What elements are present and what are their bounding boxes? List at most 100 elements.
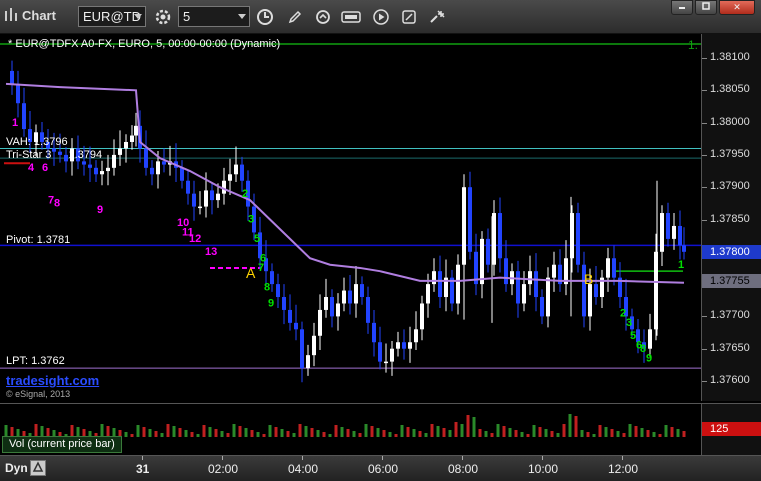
vwap-price-tag: 1.37755 <box>702 273 761 288</box>
candle-body <box>222 180 226 194</box>
volume-bar <box>322 432 326 437</box>
candle-body <box>384 361 388 364</box>
chevron-down-icon[interactable] <box>134 14 142 19</box>
candle-body <box>516 271 520 304</box>
time-tick-mark <box>382 456 383 460</box>
candle-body <box>144 148 148 168</box>
symbol-input[interactable]: EUR@TD <box>78 6 146 27</box>
play-button[interactable] <box>370 6 392 28</box>
candle-body <box>150 167 154 175</box>
volume-bar <box>388 432 392 437</box>
volume-legend[interactable]: Vol (current price bar) <box>2 436 122 453</box>
candle-body <box>336 303 340 317</box>
play-icon <box>373 9 389 25</box>
volume-bar <box>490 433 494 437</box>
candle-body <box>324 297 328 310</box>
time-tick-mark <box>622 456 623 460</box>
volume-bar <box>394 434 398 437</box>
sequence-count-label: 5 <box>254 233 260 245</box>
price-tick-label: 1.38050 <box>710 83 750 96</box>
candle-body <box>22 103 26 130</box>
study-button[interactable] <box>340 6 362 28</box>
candle-body <box>106 167 110 172</box>
candle-body <box>486 238 490 265</box>
crosshair-icon <box>430 10 445 23</box>
candle-body <box>426 284 430 304</box>
candle-body <box>270 271 274 285</box>
price-tick-mark <box>702 58 707 59</box>
candle-body <box>588 284 592 317</box>
volume-bar <box>652 432 656 437</box>
price-axis[interactable]: 1.38100 1.38050 1.38000 1.37950 1.37900 1.378… <box>701 34 761 401</box>
candle-body <box>162 161 166 165</box>
candle-body <box>552 264 556 278</box>
candle-body <box>678 225 682 246</box>
chevron-down-icon[interactable] <box>238 14 246 19</box>
candle-body <box>420 303 424 330</box>
price-tick-mark <box>702 154 707 156</box>
maximize-button[interactable] <box>695 0 717 15</box>
candle-body <box>100 171 104 175</box>
candle-body <box>540 297 544 317</box>
settings-button[interactable] <box>152 6 174 28</box>
candle-body <box>318 309 322 336</box>
candle-body <box>402 342 406 349</box>
sequence-count-label: 6 <box>42 162 48 174</box>
time-tick-label: 10:00 <box>528 462 559 476</box>
time-tick-label: 08:00 <box>448 462 479 476</box>
volume-bar <box>268 425 272 437</box>
minimize-button[interactable] <box>671 0 693 15</box>
candle-body <box>134 125 138 136</box>
time-template-button[interactable] <box>254 6 276 28</box>
gear-icon <box>155 9 171 25</box>
volume-bar <box>334 425 338 437</box>
price-tick-mark <box>702 348 707 350</box>
close-button[interactable]: ✕ <box>719 0 755 15</box>
candle-body <box>240 164 244 181</box>
candle-body <box>348 290 352 304</box>
draw-tool-button[interactable] <box>284 6 306 28</box>
chart-app-icon <box>3 6 21 26</box>
volume-bar <box>250 430 254 437</box>
volume-bar <box>598 425 602 437</box>
volume-bar <box>526 434 530 437</box>
candle-body <box>432 271 436 285</box>
interval-input[interactable]: 5 <box>178 6 250 27</box>
candle-body <box>192 193 196 207</box>
candle-body <box>504 258 508 285</box>
dynamic-label: Dyn <box>5 461 28 475</box>
candle-body <box>130 135 134 142</box>
volume-bar <box>562 424 566 437</box>
volume-bar <box>364 424 368 437</box>
price-tick-label: 1.37900 <box>710 180 750 193</box>
volume-bar <box>496 424 500 437</box>
minimize-icon <box>679 7 685 9</box>
volume-bar <box>478 429 482 437</box>
candle-body <box>306 355 310 369</box>
refresh-button[interactable] <box>312 6 334 28</box>
scale-toggle-button[interactable] <box>30 460 46 476</box>
toolbar: Chart EUR@TD 5 ✕ <box>0 0 761 34</box>
volume-bar <box>346 429 350 437</box>
candle-body <box>606 258 610 278</box>
volume-bar <box>430 424 434 437</box>
volume-bar <box>130 434 134 437</box>
sequence-count-label: 2 <box>242 188 248 200</box>
candle-body <box>234 164 238 175</box>
candle-body <box>342 290 346 304</box>
volume-bar <box>400 425 404 437</box>
candle-body <box>82 161 86 165</box>
sequence-count-label: 9 <box>97 204 103 216</box>
cursor-tool-button[interactable] <box>426 6 448 28</box>
sequence-count-label: 9 <box>268 298 274 310</box>
volume-axis[interactable]: 125 <box>701 403 761 455</box>
candle-body <box>576 213 580 265</box>
volume-bar <box>640 428 644 437</box>
edit-button[interactable] <box>398 6 420 28</box>
price-chart-canvas[interactable]: A B14 67 891011121323567892356891 <box>0 34 701 401</box>
volume-bar <box>646 430 650 437</box>
volume-bar <box>514 430 518 437</box>
pattern-marker-b: B <box>584 271 593 287</box>
time-axis[interactable]: Dyn 31 02:00 04:00 06:00 08:00 10:00 12:00 <box>0 455 761 481</box>
volume-bar <box>460 424 464 437</box>
